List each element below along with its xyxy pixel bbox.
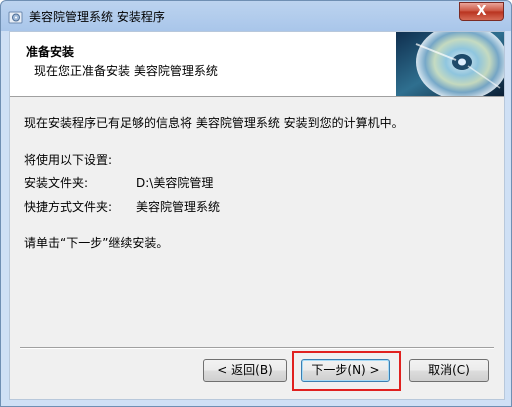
page-subtitle: 现在您正准备安装 美容院管理系统 (34, 64, 218, 78)
title-bar[interactable]: 美容院管理系统 安装程序 X (1, 1, 511, 31)
footer-divider (20, 347, 494, 349)
installer-window: 美容院管理系统 安装程序 X 准备安装 现在您正准备安装 美容院管理系统 现在安… (0, 0, 512, 407)
intro-text: 现在安装程序已有足够的信息将 美容院管理系统 安装到您的计算机中。 (24, 116, 404, 130)
cancel-button[interactable]: 取消(C) (409, 359, 489, 382)
close-button[interactable]: X (459, 2, 504, 21)
settings-label: 将使用以下设置: (24, 153, 113, 167)
back-button[interactable]: < 返回(B) (203, 359, 287, 382)
install-folder-label: 安装文件夹: (24, 176, 89, 190)
installer-icon (8, 11, 23, 24)
shortcut-folder-value: 美容院管理系统 (136, 200, 221, 214)
continue-hint: 请单击“下一步”继续安装。 (24, 236, 169, 250)
close-icon: X (476, 4, 487, 19)
cd-disc-icon (396, 32, 504, 96)
install-folder-value: D:\美容院管理 (136, 176, 214, 190)
shortcut-folder-label: 快捷方式文件夹: (24, 200, 113, 214)
window-title: 美容院管理系统 安装程序 (29, 10, 165, 24)
dialog-client-area: 准备安装 现在您正准备安装 美容院管理系统 现在安装程序已有足够的信息将 美容院… (9, 31, 505, 400)
page-title: 准备安装 (26, 45, 75, 59)
next-button-highlight (292, 351, 401, 391)
wizard-header: 准备安装 现在您正准备安装 美容院管理系统 (10, 32, 504, 97)
